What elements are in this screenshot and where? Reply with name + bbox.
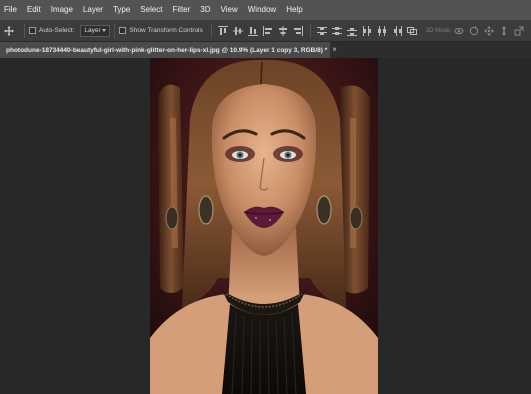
menu-select[interactable]: Select	[135, 0, 167, 20]
divider	[210, 23, 212, 38]
3d-mode-buttons	[452, 24, 527, 37]
menu-help[interactable]: Help	[281, 0, 307, 20]
auto-select-checkbox[interactable]	[29, 27, 36, 34]
distribute-horizontal-centers-icon[interactable]	[376, 24, 389, 37]
menu-view[interactable]: View	[216, 0, 243, 20]
slide-3d-icon[interactable]	[498, 24, 511, 37]
document-tab-title: photodune-18734440-beautyful-girl-with-p…	[6, 46, 328, 54]
align-buttons	[216, 24, 306, 37]
distribute-buttons	[315, 24, 420, 37]
auto-select-label: Auto-Select:	[39, 27, 75, 34]
document-image	[150, 58, 378, 394]
pan-3d-icon[interactable]	[483, 24, 496, 37]
menu-window[interactable]: Window	[243, 0, 281, 20]
document-tab[interactable]: photodune-18734440-beautyful-girl-with-p…	[0, 42, 337, 58]
document-tab-bar: photodune-18734440-beautyful-girl-with-p…	[0, 42, 531, 58]
divider	[309, 23, 311, 38]
menu-3d[interactable]: 3D	[195, 0, 215, 20]
roll-3d-icon[interactable]	[468, 24, 481, 37]
options-bar: Auto-Select: Layer Show Transform Contro…	[0, 20, 531, 42]
show-transform-label: Show Transform Controls	[129, 27, 203, 34]
menu-edit[interactable]: Edit	[22, 0, 46, 20]
auto-align-layers-icon[interactable]	[406, 24, 419, 37]
close-icon[interactable]: ×	[332, 42, 337, 58]
align-bottom-edges-icon[interactable]	[247, 24, 260, 37]
distribute-bottom-icon[interactable]	[346, 24, 359, 37]
menu-type[interactable]: Type	[108, 0, 135, 20]
3d-mode-label: 3D Mode:	[425, 27, 452, 34]
divider	[114, 23, 116, 38]
align-right-edges-icon[interactable]	[292, 24, 305, 37]
menu-bar: File Edit Image Layer Type Select Filter…	[0, 0, 531, 20]
auto-select-target-dropdown[interactable]: Layer	[80, 24, 111, 37]
auto-select-target-value: Layer	[84, 27, 101, 34]
chevron-down-icon	[102, 29, 107, 32]
menu-file[interactable]: File	[0, 0, 22, 20]
distribute-left-icon[interactable]	[361, 24, 374, 37]
menu-layer[interactable]: Layer	[78, 0, 108, 20]
orbit-3d-icon[interactable]	[453, 24, 466, 37]
scale-3d-icon[interactable]	[513, 24, 526, 37]
align-horizontal-centers-icon[interactable]	[277, 24, 290, 37]
align-vertical-centers-icon[interactable]	[232, 24, 245, 37]
distribute-vertical-centers-icon[interactable]	[331, 24, 344, 37]
distribute-top-icon[interactable]	[316, 24, 329, 37]
align-left-edges-icon[interactable]	[262, 24, 275, 37]
canvas-workspace[interactable]	[0, 58, 531, 394]
divider	[24, 23, 25, 38]
distribute-right-icon[interactable]	[391, 24, 404, 37]
menu-filter[interactable]: Filter	[168, 0, 196, 20]
move-tool-icon[interactable]	[2, 24, 16, 38]
align-top-edges-icon[interactable]	[217, 24, 230, 37]
menu-image[interactable]: Image	[46, 0, 78, 20]
show-transform-checkbox[interactable]	[119, 27, 127, 34]
